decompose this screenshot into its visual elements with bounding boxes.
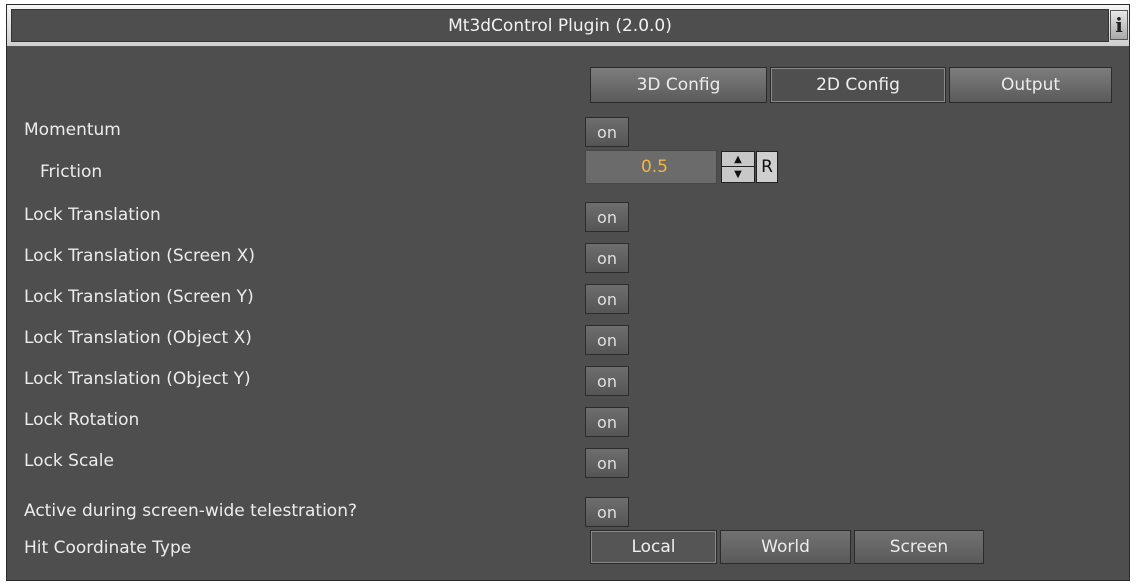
lock-translation-label: Lock Translation <box>24 205 161 225</box>
lock-translation-screen-x-label: Lock Translation (Screen X) <box>24 246 255 266</box>
friction-reset-button[interactable]: R <box>756 151 778 183</box>
active-telestration-label: Active during screen-wide telestration? <box>24 501 357 521</box>
hit-coordinate-screen-option[interactable]: Screen <box>854 530 984 564</box>
hit-coordinate-type-label: Hit Coordinate Type <box>24 538 192 558</box>
momentum-toggle[interactable]: on <box>585 117 629 147</box>
tab-output[interactable]: Output <box>949 67 1112 103</box>
momentum-label: Momentum <box>24 120 121 140</box>
window-title: Mt3dControl Plugin (2.0.0) <box>11 9 1109 42</box>
spin-up-icon[interactable]: ▲ <box>722 152 754 167</box>
friction-input[interactable]: 0.5 <box>585 150 717 184</box>
lock-translation-object-y-toggle[interactable]: on <box>585 366 629 396</box>
active-telestration-toggle[interactable]: on <box>585 497 629 527</box>
tab-2d-config[interactable]: 2D Config <box>770 67 946 103</box>
lock-translation-object-x-label: Lock Translation (Object X) <box>24 328 252 348</box>
hit-coordinate-local-option[interactable]: Local <box>590 530 717 564</box>
lock-rotation-toggle[interactable]: on <box>585 407 629 437</box>
lock-rotation-label: Lock Rotation <box>24 410 140 430</box>
lock-scale-toggle[interactable]: on <box>585 448 629 478</box>
tab-3d-config[interactable]: 3D Config <box>590 67 767 103</box>
lock-translation-screen-y-label: Lock Translation (Screen Y) <box>24 287 254 307</box>
lock-scale-label: Lock Scale <box>24 451 114 471</box>
hit-coordinate-world-option[interactable]: World <box>720 530 851 564</box>
info-icon[interactable]: i <box>1110 10 1128 40</box>
friction-spinner[interactable]: ▲ ▼ <box>721 151 755 183</box>
friction-label: Friction <box>40 162 103 182</box>
title-bar: Mt3dControl Plugin (2.0.0) i <box>7 5 1129 47</box>
lock-translation-toggle[interactable]: on <box>585 202 629 232</box>
lock-translation-screen-y-toggle[interactable]: on <box>585 284 629 314</box>
spin-down-icon[interactable]: ▼ <box>722 167 754 182</box>
lock-translation-object-x-toggle[interactable]: on <box>585 325 629 355</box>
lock-translation-object-y-label: Lock Translation (Object Y) <box>24 369 251 389</box>
lock-translation-screen-x-toggle[interactable]: on <box>585 243 629 273</box>
